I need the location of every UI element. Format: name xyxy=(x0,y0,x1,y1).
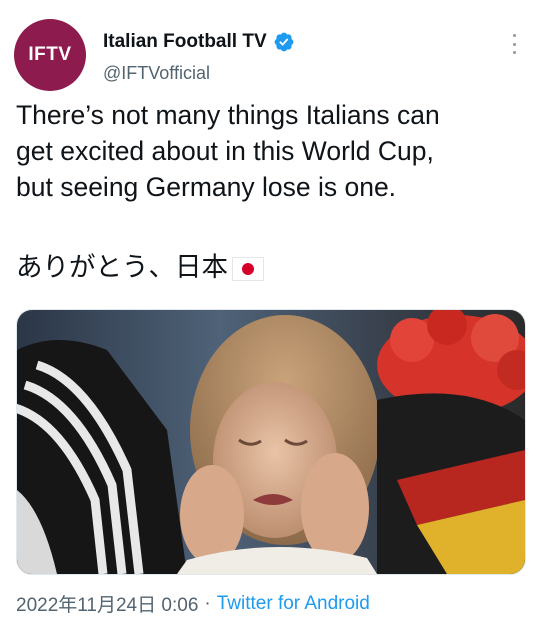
source-link[interactable]: Twitter for Android xyxy=(217,593,370,615)
tweet-card: IFTV Italian Football TV @IFTVofficial T… xyxy=(0,0,540,637)
avatar[interactable]: IFTV xyxy=(14,19,86,91)
avatar-logo-text: IFTV xyxy=(28,44,72,65)
tweet-text: There’s not many things Italians can get… xyxy=(16,100,440,202)
meta-separator: · xyxy=(204,592,211,614)
more-options-icon[interactable] xyxy=(510,34,518,54)
japan-flag-icon xyxy=(232,257,264,281)
verified-badge-icon xyxy=(274,32,294,52)
tweet-meta: 2022年11月24日 0:06 · Twitter for Android xyxy=(16,590,370,617)
crying-fan-photo xyxy=(17,310,525,574)
handle[interactable]: @IFTVofficial xyxy=(103,63,210,84)
tweet-text-japanese: ありがとう、日本 xyxy=(16,249,264,285)
tweet-media-image[interactable] xyxy=(16,309,526,575)
tweet-text-jp-line: ありがとう、日本 xyxy=(16,252,228,282)
display-name[interactable]: Italian Football TV xyxy=(103,31,267,53)
name-row: Italian Football TV xyxy=(103,31,295,53)
timestamp[interactable]: 2022年11月24日 0:06 xyxy=(16,590,198,617)
